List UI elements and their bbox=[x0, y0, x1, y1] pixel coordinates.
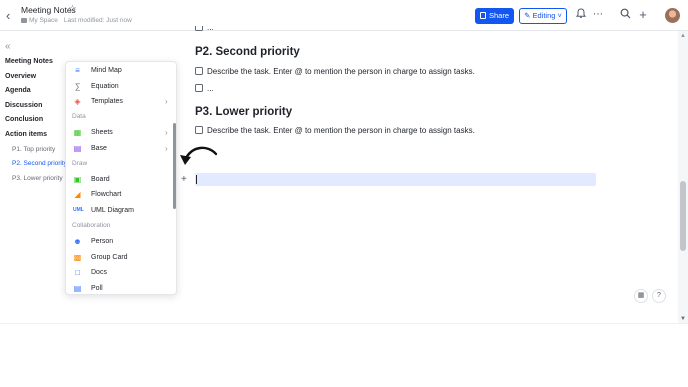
editing-mode-button[interactable]: ✎ Editing ˅ bbox=[519, 8, 567, 24]
menu-item-flowchart[interactable]: ◢ Flowchart bbox=[66, 187, 176, 202]
task-text[interactable]: ... bbox=[207, 23, 214, 32]
star-icon[interactable]: ☆ bbox=[68, 4, 77, 15]
menu-item-equation[interactable]: ∑ Equation bbox=[66, 79, 176, 94]
menu-item-mind-map[interactable]: ≡ Mind Map bbox=[66, 63, 176, 78]
sheets-icon: ▦ bbox=[73, 128, 82, 137]
outline-subitem-active[interactable]: P2. Second priority bbox=[5, 157, 69, 172]
outline-item[interactable]: Conclusion bbox=[5, 113, 69, 128]
avatar[interactable] bbox=[665, 8, 680, 23]
templates-icon: ◈ bbox=[74, 97, 81, 106]
menu-item-poll[interactable]: ▤ Poll bbox=[66, 281, 176, 294]
menu-item-docs[interactable]: □ Docs bbox=[66, 265, 176, 280]
menu-category-draw: Draw bbox=[72, 160, 88, 167]
location-label[interactable]: My Space bbox=[29, 17, 58, 24]
outline-subitem[interactable]: P3. Lower priority bbox=[5, 172, 69, 187]
curved-arrow-icon bbox=[180, 146, 218, 165]
document-meta: My Space Last modified: Just now bbox=[21, 17, 132, 24]
base-icon: ▤ bbox=[73, 144, 82, 153]
menu-item-group-card[interactable]: ▩ Group Card bbox=[66, 250, 176, 265]
menu-item-sheets[interactable]: ▦ Sheets › bbox=[66, 125, 176, 140]
plus-icon[interactable]: + bbox=[636, 8, 650, 22]
insert-block-plus-icon[interactable]: + bbox=[181, 173, 187, 186]
collapse-outline-icon[interactable]: « bbox=[5, 41, 11, 52]
task-checkbox[interactable] bbox=[195, 126, 203, 134]
text-caret bbox=[196, 175, 197, 184]
mind-map-icon: ≡ bbox=[75, 66, 80, 75]
editing-label: Editing bbox=[532, 11, 556, 20]
board-icon: ▣ bbox=[73, 175, 82, 184]
task-text[interactable]: Describe the task. Enter @ to mention th… bbox=[207, 67, 475, 76]
menu-item-uml-diagram[interactable]: UML UML Diagram bbox=[66, 203, 176, 218]
insert-block-menu: ≡ Mind Map ∑ Equation ◈ Templates › Data… bbox=[65, 61, 177, 295]
docs-icon: □ bbox=[75, 268, 80, 277]
more-icon[interactable]: ⋯ bbox=[591, 8, 605, 22]
menu-item-base[interactable]: ▤ Base › bbox=[66, 141, 176, 156]
task-checkbox[interactable] bbox=[195, 67, 203, 75]
chevron-right-icon: › bbox=[165, 144, 168, 153]
active-empty-line[interactable] bbox=[195, 173, 596, 186]
share-label: Share bbox=[488, 11, 509, 20]
divider bbox=[0, 323, 688, 324]
pen-icon: ✎ bbox=[524, 11, 531, 20]
bell-icon[interactable] bbox=[574, 8, 588, 22]
outline-item[interactable]: Action items bbox=[5, 128, 69, 143]
share-icon bbox=[479, 12, 486, 19]
heading-p2[interactable]: P2. Second priority bbox=[195, 46, 300, 58]
back-icon[interactable]: ‹ bbox=[6, 9, 16, 23]
menu-scrollbar[interactable] bbox=[173, 123, 176, 209]
chevron-right-icon: › bbox=[165, 128, 168, 137]
outline-item[interactable]: Agenda bbox=[5, 84, 69, 99]
flowchart-icon: ◢ bbox=[74, 190, 81, 199]
equation-icon: ∑ bbox=[74, 82, 81, 91]
scroll-up-icon[interactable]: ▲ bbox=[680, 33, 686, 39]
scroll-down-icon[interactable]: ▼ bbox=[680, 316, 686, 322]
search-icon[interactable] bbox=[618, 8, 632, 22]
group-card-icon: ▩ bbox=[73, 253, 82, 262]
person-icon: ☻ bbox=[73, 237, 82, 246]
task-text[interactable]: Describe the task. Enter @ to mention th… bbox=[207, 126, 475, 135]
chevron-down-icon: ˅ bbox=[557, 11, 562, 20]
last-modified-label: Last modified: Just now bbox=[63, 17, 132, 24]
menu-category-collaboration: Collaboration bbox=[72, 222, 111, 229]
menu-category-data: Data bbox=[72, 113, 86, 120]
folder-icon bbox=[21, 17, 27, 23]
outline-subitem[interactable]: P1. Top priority bbox=[5, 143, 69, 158]
page-scrollbar[interactable]: ▲ ▼ bbox=[678, 31, 688, 323]
menu-item-templates[interactable]: ◈ Templates › bbox=[66, 94, 176, 109]
outline-item[interactable]: Meeting Notes bbox=[5, 55, 69, 70]
outline-item[interactable]: Overview bbox=[5, 70, 69, 85]
share-button[interactable]: Share bbox=[475, 8, 514, 24]
uml-icon: UML bbox=[73, 207, 84, 213]
task-checkbox[interactable] bbox=[195, 84, 203, 92]
document-outline: Meeting Notes Overview Agenda Discussion… bbox=[5, 55, 69, 186]
task-text[interactable]: ... bbox=[207, 84, 214, 93]
outline-item[interactable]: Discussion bbox=[5, 99, 69, 114]
help-icon[interactable]: ? bbox=[652, 289, 666, 303]
menu-item-person[interactable]: ☻ Person bbox=[66, 234, 176, 249]
page-scrollbar-thumb[interactable] bbox=[680, 181, 686, 251]
catalog-icon[interactable]: ▦ bbox=[634, 289, 648, 303]
top-bar: ‹ Meeting Notes ☆ My Space Last modified:… bbox=[0, 0, 688, 31]
heading-p3[interactable]: P3. Lower priority bbox=[195, 106, 292, 118]
poll-icon: ▤ bbox=[73, 284, 82, 293]
menu-item-board[interactable]: ▣ Board bbox=[66, 172, 176, 187]
chevron-right-icon: › bbox=[165, 97, 168, 106]
task-checkbox[interactable] bbox=[195, 26, 203, 31]
